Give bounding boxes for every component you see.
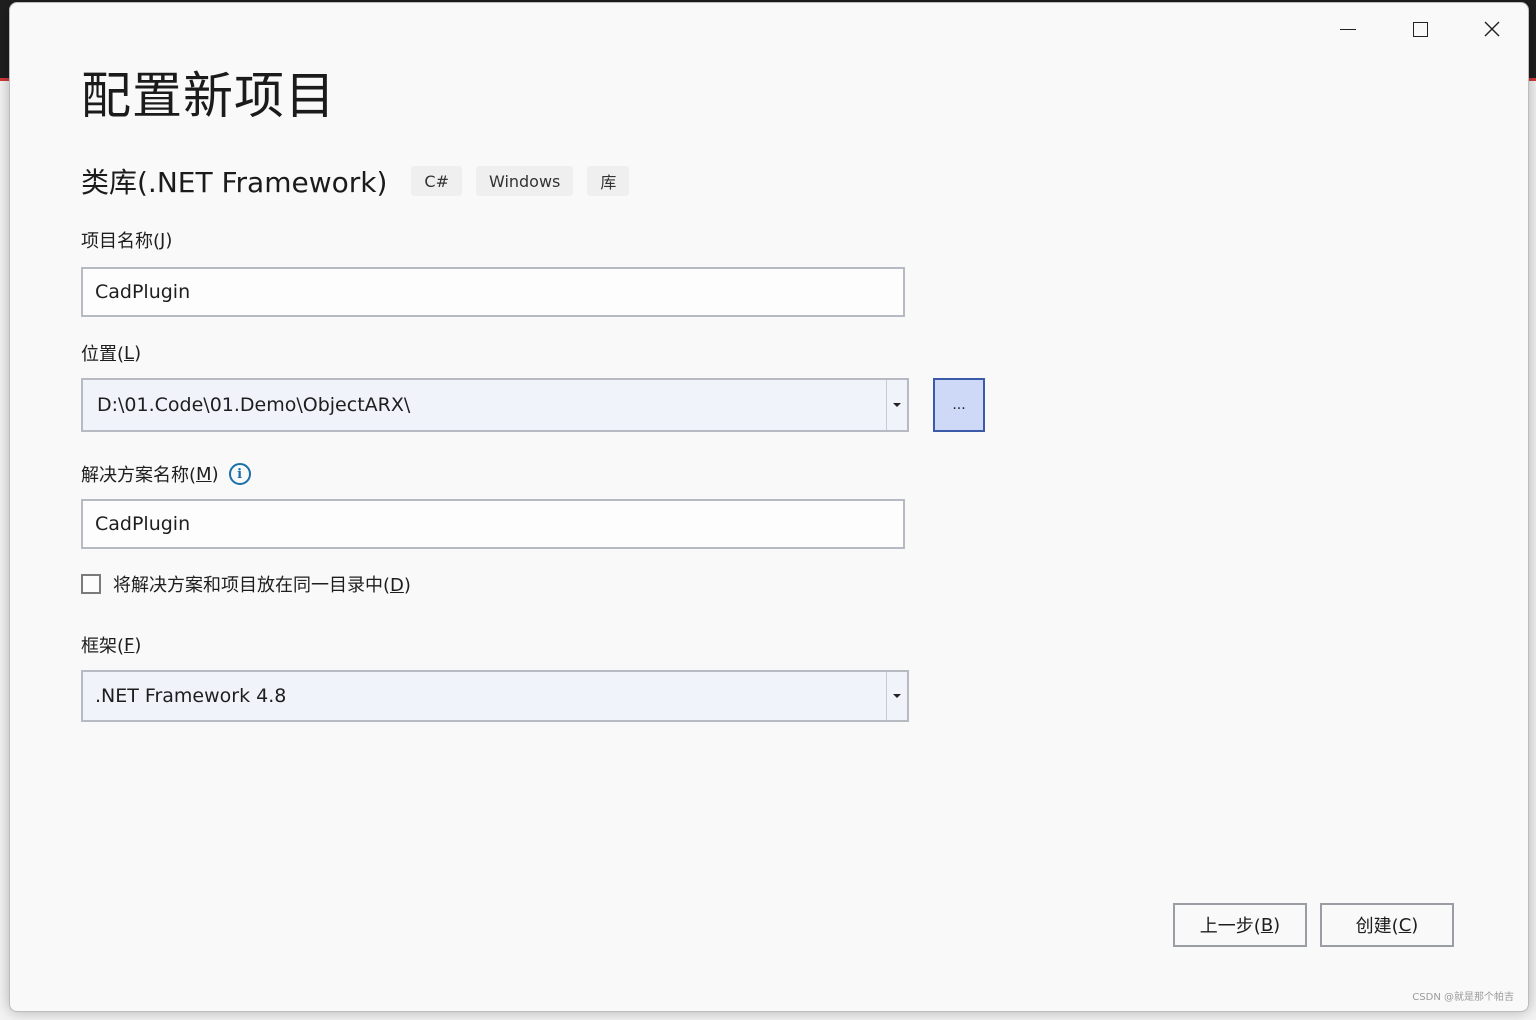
framework-value: .NET Framework 4.8: [95, 685, 287, 707]
create-button[interactable]: 创建(C): [1320, 903, 1454, 947]
location-combobox[interactable]: D:\01.Code\01.Demo\ObjectARX\: [81, 378, 909, 432]
back-button[interactable]: 上一步(B): [1173, 903, 1307, 947]
framework-combobox[interactable]: .NET Framework 4.8: [81, 670, 909, 722]
info-icon[interactable]: i: [228, 463, 251, 485]
framework-dropdown-toggle[interactable]: [886, 672, 907, 720]
location-dropdown-toggle[interactable]: [886, 380, 907, 430]
project-name-label: 项目名称(J): [81, 229, 173, 253]
tag-platform: Windows: [475, 166, 574, 196]
location-label: 位置(L): [81, 342, 142, 366]
close-icon: [1484, 21, 1500, 37]
solution-name-input[interactable]: CadPlugin: [81, 499, 905, 549]
location-value: D:\01.Code\01.Demo\ObjectARX\: [97, 394, 411, 416]
chevron-down-icon: [893, 403, 901, 407]
tag-project-type: 库: [587, 166, 630, 196]
maximize-button[interactable]: [1385, 7, 1455, 51]
watermark-text: CSDN @就是那个帕吉: [1412, 992, 1514, 1003]
maximize-icon: [1412, 21, 1428, 37]
framework-label: 框架(F): [81, 634, 142, 658]
template-name: 类库(.NET Framework): [81, 166, 388, 199]
same-directory-label: 将解决方案和项目放在同一目录中(D): [113, 575, 411, 596]
chevron-down-icon: [893, 694, 901, 698]
browse-location-button[interactable]: ...: [933, 378, 985, 432]
template-header: 类库(.NET Framework) C# Windows 库: [81, 161, 643, 201]
page-title: 配置新项目: [81, 67, 336, 125]
same-directory-checkbox[interactable]: [81, 574, 101, 594]
same-directory-option[interactable]: 将解决方案和项目放在同一目录中(D): [81, 571, 411, 597]
minimize-icon: [1340, 28, 1356, 30]
configure-project-dialog: 配置新项目 类库(.NET Framework) C# Windows 库 项目…: [9, 2, 1529, 1012]
solution-name-label: 解决方案名称(M) i: [81, 461, 251, 487]
tag-language: C#: [411, 166, 462, 196]
close-button[interactable]: [1457, 7, 1527, 51]
project-name-input[interactable]: CadPlugin: [81, 267, 905, 317]
minimize-button[interactable]: [1313, 7, 1383, 51]
